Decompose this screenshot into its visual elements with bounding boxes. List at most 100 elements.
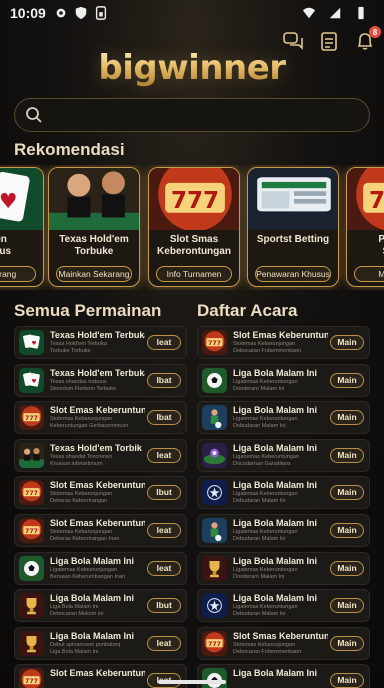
game-thumbnail: 777 (19, 405, 44, 431)
game-item-button[interactable]: Ibat (147, 410, 181, 426)
event-item-button[interactable]: Main (330, 335, 364, 350)
game-list-item[interactable]: 777 Slot Emas Keberuntungan Stotemas Keb… (14, 476, 187, 510)
event-item-button[interactable]: Main (330, 485, 364, 501)
recommend-card[interactable]: 777 Slot Smas Keberontungan Info Turnamen (148, 167, 240, 287)
recommend-card[interactable]: Texas Hold'em Torbuke Mainkan Sekarang (48, 167, 140, 287)
recommend-carousel[interactable]: ♥ nenenius Sekarang Texas Hold'emTorbuke… (0, 165, 384, 290)
game-list-item[interactable]: Texas Hold'em Torbik Texas shaodat Toscr… (14, 438, 187, 472)
event-item-title: Liga Bola Malam Ini (233, 405, 318, 416)
game-thumbnail (19, 555, 44, 581)
game-item-subtitle: Texas shaodat Toscrenen Knuvust arbrtarti… (50, 453, 113, 467)
event-list-item[interactable]: Liga Bola Malam Ini Main (197, 664, 370, 688)
game-item-title: Texas Hold'em Terbuka (50, 367, 145, 378)
section-title-recommend: Rekomendasi (14, 140, 125, 159)
status-time: 10:09 (10, 5, 46, 21)
game-thumbnail: 777 (19, 668, 44, 688)
event-item-button[interactable]: Main (330, 447, 364, 463)
svg-text:777: 777 (208, 641, 221, 648)
event-item-button[interactable]: Main (330, 560, 364, 576)
event-list-item[interactable]: Liga Bola Malam Ini Ligatemas Keberuntun… (197, 476, 370, 510)
event-list-item[interactable]: Liga Bola Malam Ini Ligatemas Keberuntun… (197, 513, 370, 547)
gear-icon (56, 8, 66, 18)
game-thumbnail: 777 (19, 517, 44, 543)
event-list-item[interactable]: 777 Slot Smas Keberuntungan Stotemas Keb… (197, 626, 370, 660)
game-item-button[interactable]: Ibat (147, 372, 181, 388)
svg-text:777: 777 (25, 415, 38, 422)
event-item-button[interactable]: Main (330, 673, 364, 688)
recommend-card-button[interactable]: Mainkan Sekarang (56, 266, 132, 282)
game-list-item[interactable]: 777 Slot Emas Keberuntungan Ieat (14, 664, 187, 688)
game-item-button[interactable]: Ibut (147, 598, 181, 614)
event-item-subtitle: Stotemas Kebarunjungan Debocaran Fobemmen… (233, 641, 302, 655)
brand-logo: bigwinner (0, 48, 384, 88)
game-item-title: Liga Bola Malam Ini (50, 555, 135, 566)
recommend-card-button[interactable]: Penawaran Khusus (255, 266, 331, 282)
event-item-button[interactable]: Main (330, 635, 364, 651)
search-icon (26, 107, 42, 123)
game-item-subtitle: Liga Bola Malam Ini Debocaran Moloim Ini (50, 604, 104, 618)
wifi-icon (302, 7, 316, 19)
event-list-item[interactable]: 777 Slot Emas Keberuntungan Stotemas Keb… (197, 326, 370, 359)
game-item-button[interactable]: Ieat (147, 635, 181, 651)
game-thumbnail (19, 442, 44, 468)
event-item-subtitle: Stotemas Kebarunjungan Debocaran Fobemmen… (233, 341, 302, 354)
svg-text:777: 777 (25, 528, 38, 535)
event-item-button[interactable]: Main (330, 372, 364, 388)
game-item-title: Liga Bola Malam Ini (50, 593, 135, 604)
event-item-title: Liga Bola Malam Ini (233, 442, 318, 453)
gesture-bar[interactable] (158, 680, 226, 684)
game-item-title: Liga Bola Malam Ini (50, 630, 135, 641)
event-item-title: Slot Smas Keberuntungan (233, 630, 328, 641)
event-thumbnail (202, 442, 227, 468)
svg-text:777: 777 (369, 188, 384, 214)
game-item-button[interactable]: Ieat (147, 522, 181, 538)
game-item-button[interactable]: Ieat (147, 447, 181, 463)
event-list-item[interactable]: Liga Bola Malam Ini Ligatemas Keberuntun… (197, 551, 370, 585)
game-list-item[interactable]: 777 Slot Emas Keberuntungan Stotemas Keb… (14, 513, 187, 547)
event-list-item[interactable]: Liga Bola Malam Ini Ligatemas Keberuntun… (197, 589, 370, 623)
event-thumbnail: 777 (202, 630, 227, 656)
event-list-item[interactable]: Liga Bola Malam Ini Ligatemas Keberuntun… (197, 401, 370, 435)
recommend-card-button[interactable]: Info Turnamen (156, 266, 232, 282)
event-thumbnail: 777 (202, 330, 227, 355)
shield-icon (75, 6, 87, 20)
game-list-item[interactable]: ♥ Texas Hold'em Terbuka Texas Hold'em Te… (14, 326, 187, 359)
event-item-subtitle: Ligatemas Keberuntungan Debudaran Malam I… (233, 528, 298, 542)
event-item-button[interactable]: Main (330, 410, 364, 426)
game-list-item[interactable]: 777 Slot Emas Keberuntungan Stotemas Keb… (14, 401, 187, 435)
game-item-button[interactable]: Ieat (147, 335, 181, 350)
recommend-card-button[interactable]: Sekarang (0, 266, 36, 282)
recommend-card[interactable]: 777 PerkeSlot Mainka (346, 167, 384, 287)
game-item-button[interactable]: Ibut (147, 485, 181, 501)
event-list-item[interactable]: Liga Bola Malam Ini Liganemas Keberuntun… (197, 438, 370, 472)
event-item-subtitle (233, 679, 328, 688)
recommend-card-button[interactable]: Mainka (354, 266, 384, 282)
search-bar[interactable] (14, 98, 370, 132)
svg-text:777: 777 (25, 490, 38, 497)
game-item-button[interactable]: Ieat (147, 560, 181, 576)
event-item-button[interactable]: Main (330, 598, 364, 614)
game-list-item[interactable]: ♥ Texas Hold'em Terbuka Texas shaodas tr… (14, 363, 187, 397)
game-list-item[interactable]: Liga Bola Malam Ini Liga Bola Malam Ini D… (14, 589, 187, 623)
game-thumbnail: ♥ (19, 367, 44, 393)
game-item-subtitle: Texas Hold'em Terbuka Torbuke Torbuke (50, 341, 107, 354)
event-item-title: Liga Bola Malam Ini (233, 668, 318, 679)
event-list-item[interactable]: Liga Bola Malam Ini Ligatemas Keberuntun… (197, 363, 370, 397)
game-item-title: Slot Emas Keberuntungan (50, 480, 145, 491)
search-input[interactable] (49, 107, 349, 123)
event-item-subtitle: Ligatemas Keberuntungan Dooderarn Malam I… (233, 566, 298, 580)
game-item-subtitle: Texas shaodas trabuus Stoonlom Florbom To… (50, 378, 116, 392)
event-item-title: Slot Emas Keberuntungan (233, 330, 328, 340)
game-thumbnail (19, 630, 44, 656)
signal-icon (329, 7, 341, 19)
event-thumbnail (202, 555, 227, 581)
game-item-subtitle: Stotemas Kebarunjungan Deberas Keberriran… (50, 491, 113, 505)
recommend-card[interactable]: Sportst Betting Penawaran Khusus (247, 167, 339, 287)
game-list-item[interactable]: Liga Bola Malam Ini Ligatemas Kebesrunju… (14, 551, 187, 585)
recommend-card[interactable]: ♥ nenenius Sekarang (0, 167, 44, 287)
event-thumbnail (202, 593, 227, 619)
game-list-item[interactable]: Liga Bola Malam Ini Debut spinanosnn pon… (14, 626, 187, 660)
event-item-button[interactable]: Main (330, 522, 364, 538)
game-thumbnail (19, 593, 44, 619)
game-thumbnail: ♥ (19, 330, 44, 355)
